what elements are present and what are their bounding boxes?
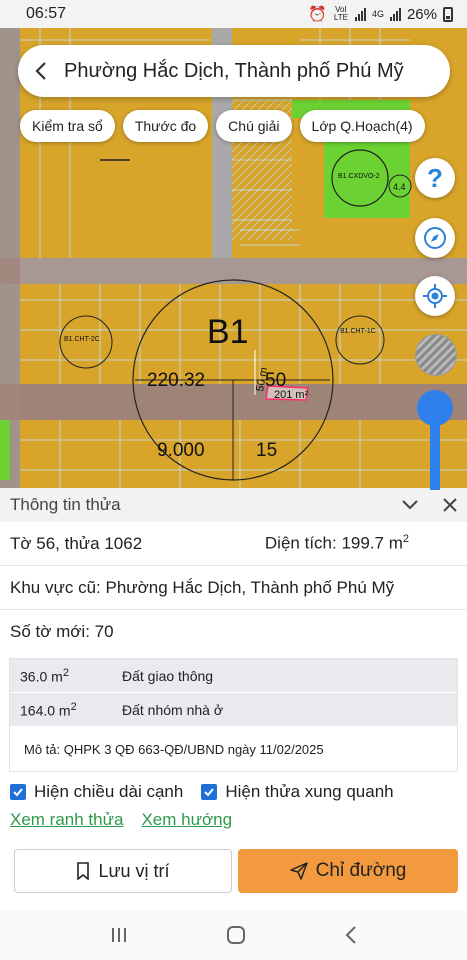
parcel-row: Tờ 56, thửa 1062 Diện tích: 199.7 m2 bbox=[0, 522, 467, 566]
status-bar: 06:57 ⏰ VoI LTE 4G 26% bbox=[0, 0, 467, 28]
map-block-code-green: B1.CXDVO-2 bbox=[338, 173, 380, 180]
sheet-title: Thông tin thửa bbox=[10, 495, 121, 514]
chevron-left-icon bbox=[35, 62, 46, 80]
planning-layer-chip[interactable]: Lớp Q.Hoạch(4) bbox=[299, 110, 425, 142]
map-parcel-area-label: 201 m² bbox=[274, 389, 309, 401]
location-title: Phường Hắc Dịch, Thành phố Phú Mỹ bbox=[64, 59, 404, 82]
measure-chip[interactable]: Thước đo bbox=[122, 110, 209, 142]
sheet-header: Thông tin thửa bbox=[0, 488, 467, 522]
parcel-area: Diện tích: 199.7 m2 bbox=[264, 533, 409, 553]
battery-icon bbox=[443, 6, 453, 22]
location-header[interactable]: Phường Hắc Dịch, Thành phố Phú Mỹ bbox=[18, 45, 450, 97]
land-use-table: 36.0 m2 Đất giao thông 164.0 m2 Đất nhóm… bbox=[9, 658, 458, 772]
edge-length-label: Hiện chiều dài cạnh bbox=[34, 782, 184, 801]
status-time: 06:57 bbox=[26, 5, 67, 22]
map-green-number: 4.4 bbox=[393, 182, 406, 192]
help-button[interactable]: ? bbox=[415, 158, 455, 198]
directions-label: Chỉ đường bbox=[315, 860, 407, 881]
old-area-text: Khu vực cũ: Phường Hắc Dịch, Thành phố P… bbox=[10, 577, 395, 597]
checkbox-checked-icon bbox=[201, 784, 218, 800]
system-nav-bar bbox=[0, 910, 467, 960]
question-icon: ? bbox=[427, 162, 443, 193]
legend-chip[interactable]: Chú giải bbox=[216, 110, 292, 142]
table-row: 36.0 m2 Đất giao thông bbox=[10, 659, 457, 693]
map-block-code-right: B1.CHT-1C bbox=[340, 328, 376, 335]
land-use-type: Đất giao thông bbox=[122, 667, 214, 684]
tool-chips: Kiểm tra sổ Thước đo Chú giải Lớp Q.Hoạc… bbox=[20, 110, 425, 142]
save-location-label: Lưu vị trí bbox=[98, 860, 170, 881]
map-zone-label: B1 bbox=[207, 313, 249, 351]
view-boundary-link[interactable]: Xem ranh thửa bbox=[10, 810, 123, 830]
bookmark-icon bbox=[77, 862, 90, 880]
edge-length-checkbox[interactable]: Hiện chiều dài cạnh bbox=[10, 782, 183, 802]
recent-apps-icon[interactable] bbox=[109, 926, 129, 944]
compass-icon bbox=[424, 227, 446, 249]
my-location-button[interactable] bbox=[415, 276, 455, 316]
chevron-down-icon[interactable] bbox=[401, 499, 419, 511]
table-row: 164.0 m2 Đất nhóm nhà ở bbox=[10, 693, 457, 727]
layer-opacity-slider-thumb[interactable] bbox=[417, 390, 453, 426]
signal-icon-2 bbox=[389, 7, 401, 21]
new-sheet-text: Số tờ mới: 70 bbox=[10, 622, 114, 641]
surrounding-parcels-checkbox[interactable]: Hiện thửa xung quanh bbox=[201, 782, 394, 802]
home-icon[interactable] bbox=[226, 925, 246, 945]
land-use-type: Đất nhóm nhà ở bbox=[122, 701, 224, 718]
layer-opacity-preview bbox=[415, 334, 457, 376]
old-area-row: Khu vực cũ: Phường Hắc Dịch, Thành phố P… bbox=[0, 566, 467, 610]
checkbox-checked-icon bbox=[10, 784, 26, 800]
action-buttons: Lưu vị trí Chỉ đường bbox=[14, 849, 458, 893]
check-certificate-chip[interactable]: Kiểm tra sổ bbox=[20, 110, 115, 142]
back-button[interactable] bbox=[18, 45, 64, 97]
new-sheet-row: Số tờ mới: 70 bbox=[0, 610, 467, 654]
land-use-area: 164.0 m2 bbox=[20, 700, 77, 719]
back-nav-icon[interactable] bbox=[344, 925, 358, 945]
land-use-area: 36.0 m2 bbox=[20, 666, 69, 685]
save-location-button[interactable]: Lưu vị trí bbox=[14, 849, 232, 893]
close-icon[interactable] bbox=[443, 498, 457, 512]
map-lower-left-number: 9.000 bbox=[157, 440, 205, 461]
surrounding-parcels-label: Hiện thửa xung quanh bbox=[225, 782, 394, 801]
send-icon bbox=[289, 862, 308, 880]
map-area-number: 220.32 bbox=[147, 370, 205, 391]
planning-description: Mô tả: QHPK 3 QĐ 663-QĐ/UBND ngày 11/02/… bbox=[10, 727, 457, 771]
display-options: Hiện chiều dài cạnh Hiện thửa xung quanh bbox=[0, 772, 467, 802]
view-links: Xem ranh thửa Xem hướng bbox=[0, 802, 467, 830]
parcel-number: Tờ 56, thửa 1062 bbox=[10, 533, 143, 553]
map-block-code-left: B1.CHT-2C bbox=[64, 336, 100, 343]
battery-percent: 26% bbox=[406, 5, 437, 23]
map-lower-right-number: 15 bbox=[256, 440, 277, 461]
compass-button[interactable] bbox=[415, 218, 455, 258]
network-type-label: VoI LTE bbox=[333, 5, 348, 22]
view-direction-link[interactable]: Xem hướng bbox=[141, 810, 232, 830]
network-4g-label: 4G bbox=[371, 9, 384, 19]
directions-button[interactable]: Chỉ đường bbox=[238, 849, 458, 893]
parcel-info-sheet: Thông tin thửa Tờ 56, thửa 1062 Diện tíc… bbox=[0, 488, 467, 910]
alarm-icon: ⏰ bbox=[308, 6, 327, 23]
signal-icon bbox=[354, 7, 366, 21]
crosshair-icon bbox=[423, 284, 447, 308]
